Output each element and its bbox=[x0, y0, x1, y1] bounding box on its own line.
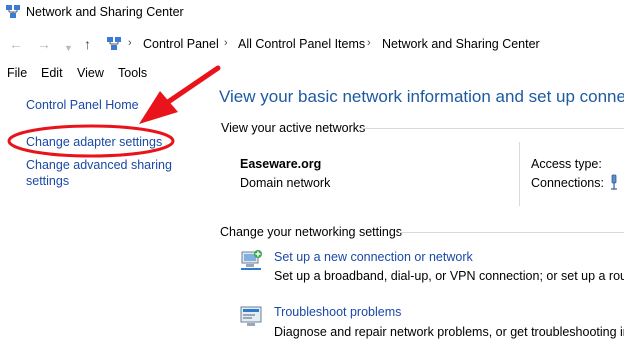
setup-connection-link[interactable]: Set up a new connection or network bbox=[274, 250, 473, 264]
back-button[interactable]: ← bbox=[9, 36, 23, 52]
change-advanced-sharing-line1: Change advanced sharing bbox=[26, 158, 172, 172]
network-icon bbox=[6, 5, 20, 18]
network-connection-icon[interactable] bbox=[609, 174, 619, 190]
annotation-arrow-shaft bbox=[165, 65, 221, 105]
change-settings-label: Change your networking settings bbox=[220, 225, 403, 239]
breadcrumb-all-items[interactable]: All Control Panel Items bbox=[238, 37, 365, 51]
up-button[interactable]: ↑ bbox=[84, 36, 91, 52]
vertical-divider bbox=[519, 142, 520, 206]
access-type-label: Access type: bbox=[531, 157, 602, 171]
network-type: Domain network bbox=[240, 176, 331, 190]
right-arrow-icon: → bbox=[37, 36, 51, 52]
change-advanced-sharing-link[interactable]: Change advanced sharing settings bbox=[26, 157, 172, 189]
annotation-arrow-head bbox=[139, 91, 178, 124]
forward-button[interactable]: → bbox=[37, 36, 51, 52]
up-arrow-icon: ↑ bbox=[84, 36, 91, 52]
active-networks-label: View your active networks bbox=[221, 121, 366, 135]
section-divider bbox=[399, 232, 624, 233]
connections-label: Connections: bbox=[531, 176, 604, 190]
change-adapter-settings-link[interactable]: Change adapter settings bbox=[26, 134, 162, 150]
left-arrow-icon: ← bbox=[9, 36, 23, 52]
menu-tools[interactable]: Tools bbox=[118, 66, 147, 80]
page-title: View your basic network information and … bbox=[219, 87, 624, 106]
breadcrumb-separator[interactable]: › bbox=[367, 37, 371, 49]
menu-file[interactable]: File bbox=[7, 66, 27, 80]
new-connection-icon bbox=[241, 250, 262, 270]
troubleshoot-link[interactable]: Troubleshoot problems bbox=[274, 305, 401, 319]
recent-locations-button[interactable]: ▼ bbox=[64, 40, 73, 56]
troubleshoot-description: Diagnose and repair network problems, or… bbox=[274, 325, 624, 339]
menu-view[interactable]: View bbox=[77, 66, 104, 80]
menu-edit[interactable]: Edit bbox=[41, 66, 63, 80]
change-advanced-sharing-line2: settings bbox=[26, 174, 70, 188]
section-divider bbox=[360, 128, 624, 129]
setup-connection-description: Set up a broadband, dial-up, or VPN conn… bbox=[274, 269, 624, 283]
troubleshoot-icon bbox=[240, 306, 262, 326]
chevron-down-icon: ▼ bbox=[64, 43, 73, 53]
control-panel-icon bbox=[107, 37, 121, 50]
network-name: Easeware.org bbox=[240, 157, 322, 171]
control-panel-home-link[interactable]: Control Panel Home bbox=[26, 97, 139, 113]
breadcrumb-separator[interactable]: › bbox=[224, 37, 228, 49]
breadcrumb-separator[interactable]: › bbox=[128, 37, 132, 49]
breadcrumb-network-center[interactable]: Network and Sharing Center bbox=[382, 37, 540, 51]
window-title: Network and Sharing Center bbox=[26, 5, 184, 19]
breadcrumb-control-panel[interactable]: Control Panel bbox=[143, 37, 219, 51]
